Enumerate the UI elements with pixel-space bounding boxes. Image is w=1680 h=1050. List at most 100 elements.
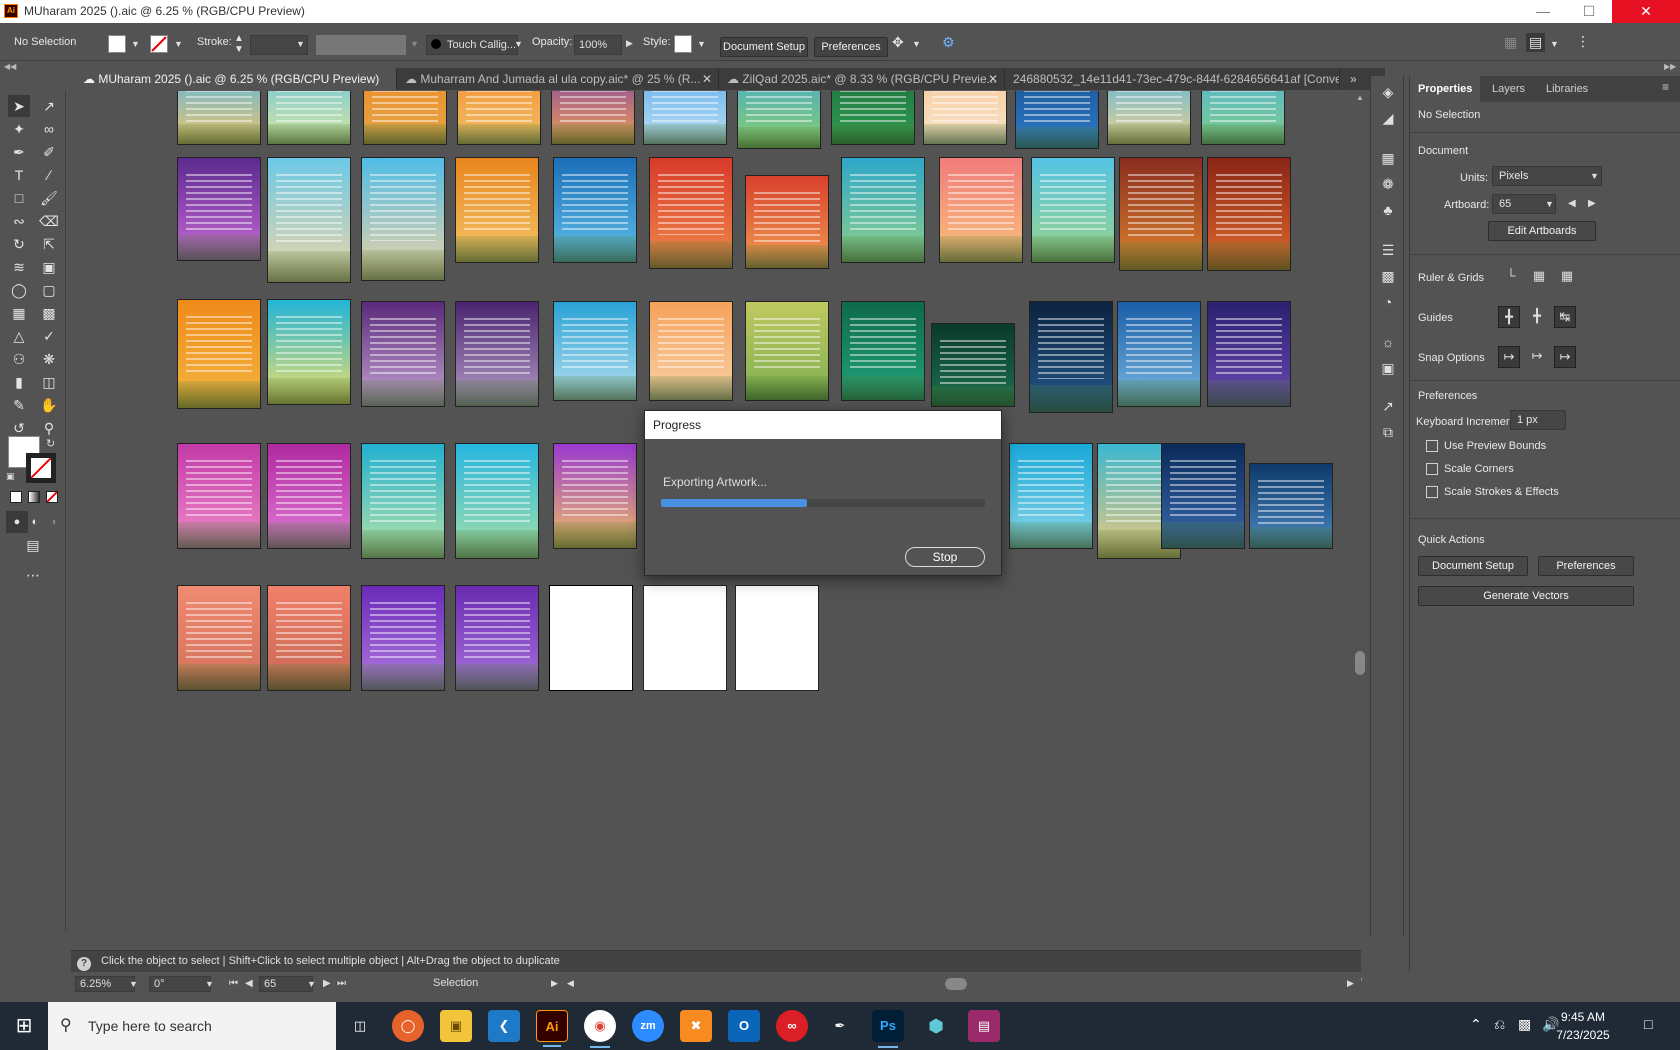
- artboard-thumbnail[interactable]: [1161, 443, 1245, 549]
- artboard-blank[interactable]: [549, 585, 633, 691]
- chevron-down-icon[interactable]: ▼: [697, 39, 706, 49]
- edit-toolbar-icon[interactable]: ⋯: [22, 564, 44, 586]
- outlook-icon[interactable]: O: [728, 1010, 760, 1042]
- vscode-icon[interactable]: ❮: [488, 1010, 520, 1042]
- curvature-tool-icon[interactable]: ✐: [38, 141, 60, 163]
- artboard-thumbnail[interactable]: [553, 157, 637, 263]
- horizontal-scroll-thumb[interactable]: [945, 978, 967, 990]
- preferences-button[interactable]: Preferences: [1538, 556, 1634, 576]
- artboard-thumbnail[interactable]: [177, 157, 261, 261]
- color-guide-icon[interactable]: ◢: [1378, 108, 1398, 128]
- artboard-thumbnail[interactable]: [1201, 91, 1285, 145]
- stroke-panel-icon[interactable]: ☰: [1378, 240, 1398, 260]
- paintbrush-tool-icon[interactable]: 🖌: [38, 187, 60, 209]
- artboard-tool-icon[interactable]: ◫: [38, 371, 60, 393]
- artboard-thumbnail[interactable]: [361, 443, 445, 559]
- artboard-thumbnail[interactable]: [841, 157, 925, 263]
- artboard-thumbnail[interactable]: [649, 301, 733, 401]
- chevron-right-icon[interactable]: ▶: [626, 38, 633, 49]
- puppet-warp-icon[interactable]: ⚙: [942, 34, 955, 51]
- tray-chevron-icon[interactable]: ⌃: [1470, 1016, 1482, 1033]
- artboard-blank[interactable]: [735, 585, 819, 691]
- scale-tool-icon[interactable]: ⇱: [38, 233, 60, 255]
- firefox-icon[interactable]: ◯: [392, 1010, 424, 1042]
- tab-document-3[interactable]: ☁ ZilQad 2025.aic* @ 8.33 % (RGB/CPU Pre…: [719, 68, 1005, 90]
- collapse-panels-icon[interactable]: ▶▶: [1664, 62, 1676, 71]
- lasso-tool-icon[interactable]: ∞: [38, 118, 60, 140]
- panel-menu-icon[interactable]: ≡: [1662, 80, 1669, 94]
- chevron-left-icon[interactable]: ◀: [567, 978, 574, 989]
- snap-to-point-icon[interactable]: ↦: [1498, 346, 1520, 368]
- artboard-thumbnail[interactable]: [553, 301, 637, 401]
- vertical-scrollbar[interactable]: [1352, 91, 1368, 996]
- artboard-thumbnail[interactable]: [177, 299, 261, 409]
- close-tab-icon[interactable]: ✕: [702, 68, 712, 90]
- artboard-number-field[interactable]: 65: [259, 976, 313, 992]
- fill-swatch[interactable]: [108, 35, 126, 53]
- more-tabs-icon[interactable]: »: [1350, 68, 1357, 90]
- chevron-down-icon[interactable]: ▼: [1550, 39, 1559, 49]
- transparency-grid-icon[interactable]: ▦: [1556, 266, 1578, 288]
- first-artboard-icon[interactable]: ⏮: [229, 978, 238, 989]
- eraser-tool-icon[interactable]: ⌫: [38, 210, 60, 232]
- free-transform-tool-icon[interactable]: ▣: [38, 256, 60, 278]
- scroll-thumb[interactable]: [1355, 651, 1365, 675]
- task-view-icon[interactable]: ◫: [344, 1010, 376, 1042]
- artboards-panel-icon[interactable]: ⧉: [1378, 422, 1398, 442]
- artboard-thumbnail[interactable]: [1119, 157, 1203, 271]
- snap-to-grid-icon[interactable]: ↦: [1526, 346, 1548, 368]
- column-graph-tool-icon[interactable]: ▮: [8, 371, 30, 393]
- arrange-documents-icon[interactable]: ▦: [1504, 34, 1517, 51]
- rotate-tool-icon[interactable]: ↻: [8, 233, 30, 255]
- zoom-field[interactable]: 6.25%: [75, 976, 135, 992]
- direct-selection-tool-icon[interactable]: ↗: [38, 95, 60, 117]
- artboard-thumbnail[interactable]: [1207, 157, 1291, 271]
- shaper-tool-icon[interactable]: ∾: [8, 210, 30, 232]
- chevron-down-icon[interactable]: ▼: [174, 39, 183, 49]
- rotation-field[interactable]: 0°: [149, 976, 211, 992]
- taskbar-search-input[interactable]: ⚲ Type here to search: [48, 1002, 336, 1050]
- artboard-thumbnail[interactable]: [737, 91, 821, 149]
- scroll-up-icon[interactable]: ▲: [1356, 93, 1364, 102]
- document-setup-button[interactable]: Document Setup: [720, 37, 808, 57]
- artboard-thumbnail[interactable]: [363, 91, 447, 145]
- symbol-sprayer-tool-icon[interactable]: ❋: [38, 348, 60, 370]
- magic-wand-tool-icon[interactable]: ✦: [8, 118, 30, 140]
- next-artboard-icon[interactable]: ▶: [323, 978, 331, 989]
- generate-vectors-button[interactable]: Generate Vectors: [1418, 586, 1634, 606]
- artboard-thumbnail[interactable]: [649, 157, 733, 269]
- artboard-thumbnail[interactable]: [267, 91, 351, 145]
- taskbar-clock[interactable]: 9:45 AM 7/23/2025: [1538, 1008, 1628, 1044]
- perspective-tool-icon[interactable]: △: [8, 325, 30, 347]
- tab-layers[interactable]: Layers: [1484, 76, 1533, 102]
- default-fill-stroke-icon[interactable]: ▣: [6, 471, 15, 482]
- shape-builder-tool-icon[interactable]: ◯: [8, 279, 30, 301]
- lock-guides-icon[interactable]: ╋: [1526, 306, 1548, 328]
- tab-document-2[interactable]: ☁ Muharram And Jumada al ula copy.aic* @…: [397, 68, 719, 90]
- swap-fill-stroke-icon[interactable]: ↻: [46, 437, 55, 450]
- winrar-icon[interactable]: ▤: [968, 1010, 1000, 1042]
- swatches-panel-icon[interactable]: ▦: [1378, 148, 1398, 168]
- chevron-down-icon[interactable]: ▼: [912, 39, 921, 49]
- artboard-thumbnail[interactable]: [831, 91, 915, 145]
- chevron-down-icon[interactable]: ▼: [131, 39, 140, 49]
- tab-document-4[interactable]: 246880532_14e11d41-73ec-479c-844f-628465…: [1005, 68, 1340, 90]
- scale-corners-checkbox[interactable]: [1426, 463, 1438, 475]
- windows-start-icon[interactable]: ⊞: [0, 1002, 48, 1050]
- illustrator-icon[interactable]: Ai: [536, 1010, 568, 1047]
- artboard-thumbnail[interactable]: [267, 585, 351, 691]
- chevron-down-icon[interactable]: ▼: [129, 979, 138, 989]
- artboard-thumbnail[interactable]: [361, 157, 445, 281]
- artboard-thumbnail[interactable]: [643, 91, 727, 145]
- artboard-thumbnail[interactable]: [931, 323, 1015, 407]
- more-options-icon[interactable]: ⋮: [1576, 33, 1590, 50]
- draw-inside-icon[interactable]: ◑: [42, 511, 64, 533]
- edit-artboards-button[interactable]: Edit Artboards: [1488, 221, 1596, 241]
- next-artboard-icon[interactable]: ▶: [1588, 198, 1596, 209]
- artboard-thumbnail[interactable]: [455, 443, 539, 559]
- live-paint-tool-icon[interactable]: ▢: [38, 279, 60, 301]
- show-guides-icon[interactable]: ╋: [1498, 306, 1520, 328]
- artboard-thumbnail[interactable]: [267, 299, 351, 405]
- chevron-down-icon[interactable]: ▼: [514, 39, 523, 49]
- artboard-thumbnail[interactable]: [551, 91, 635, 145]
